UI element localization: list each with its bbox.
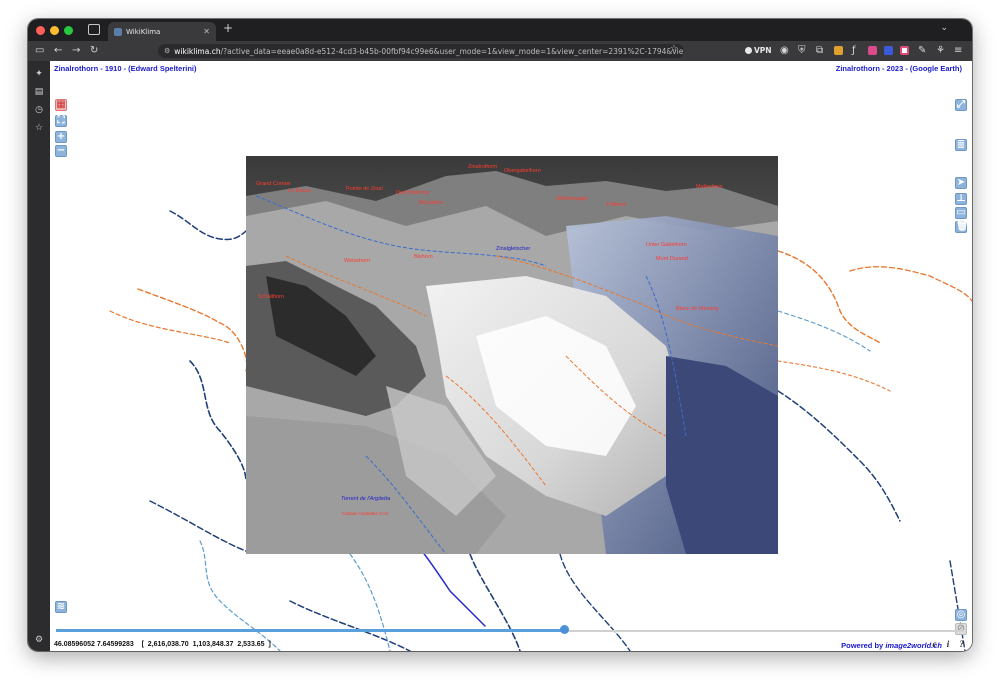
navy-trail-line <box>949 560 966 651</box>
light-trail-line <box>349 553 391 651</box>
draw-tool-button[interactable]: ▭ <box>955 207 967 219</box>
zoom-in-button[interactable]: + <box>55 131 67 143</box>
peak-label: Lo Besso <box>288 188 311 194</box>
forward-arrow-icon[interactable]: → <box>72 44 80 57</box>
minimize-window-button[interactable] <box>50 26 59 35</box>
peak-label: Pointe de Zinal <box>346 186 383 192</box>
navy-trail-line <box>559 553 631 651</box>
peak-label: Weisshorn <box>344 258 370 264</box>
orange-trail-line <box>777 360 891 392</box>
settings-gear-icon[interactable]: ⚙ <box>34 635 44 645</box>
peak-label: Schalihorn <box>258 294 284 300</box>
zoom-out-button[interactable]: − <box>55 145 67 157</box>
extensions-icon[interactable]: ⚘ <box>936 44 945 57</box>
navy-trail-line <box>777 390 901 522</box>
tab-list-chevron-icon[interactable]: ⌄ <box>940 23 948 33</box>
peak-label: Obergabelhorn <box>504 168 541 174</box>
tab-title: WikiKlima <box>126 27 161 36</box>
extension-blue-icon[interactable] <box>884 46 893 55</box>
peak-label: Matterhorn <box>696 184 723 190</box>
sidebar-toggle-icon[interactable]: ▭ <box>35 44 44 57</box>
history-clock-icon[interactable]: ◷ <box>34 105 44 115</box>
vpn-icon <box>745 47 752 54</box>
powered-by-link[interactable]: Powered by image2world.ch <box>841 641 942 650</box>
tab-overview-icon[interactable] <box>88 24 100 35</box>
light-trail-line <box>777 310 871 352</box>
account-icon[interactable]: ◉ <box>780 44 789 57</box>
info-help-icons[interactable]: c i ? <box>933 639 969 649</box>
peak-label: Unter Gabelhorn <box>646 242 687 248</box>
library-icon[interactable]: ▤ <box>34 87 44 97</box>
site-info-icon[interactable]: ⚙ <box>164 47 170 55</box>
navy-trail-line <box>469 553 521 651</box>
navy-trail-line <box>289 600 411 651</box>
route-label: Torrent de l'Argitetta <box>341 496 391 502</box>
url-host: wikiklima.ch <box>174 46 221 56</box>
function-icon[interactable]: ƒ <box>852 44 856 57</box>
zoom-window-button[interactable] <box>64 26 73 35</box>
layer-stack-button[interactable]: ≣ <box>955 139 967 151</box>
navy-trail-line <box>149 500 247 552</box>
route-label: Zinalgletscher <box>496 246 531 252</box>
new-tab-button[interactable]: + <box>223 21 233 35</box>
vpn-button[interactable]: VPN <box>745 46 772 55</box>
peak-label: Grand Cornier <box>256 181 291 187</box>
wikiklima-viewer: Zinalrothorn - 1910 - (Edward Spelterini… <box>50 61 972 651</box>
extension-puzzle-icon[interactable]: ⧉ <box>816 44 823 57</box>
extension-ring-icon[interactable] <box>900 46 909 55</box>
peak-label: Trifthorn <box>606 202 627 208</box>
coordinate-readout: 46.08596052 7.64599283 [ 2,616,038.70 1,… <box>54 641 271 648</box>
light-trail-line <box>199 540 281 651</box>
measure-tool-button[interactable]: ⊥ <box>955 193 967 205</box>
reload-icon[interactable]: ↻ <box>90 44 98 57</box>
orange-trail-line <box>109 310 231 344</box>
peak-label: Stockhorn <box>418 200 443 206</box>
navigation-toolbar: ▭ ← → ↻ ⚙ wikiklima.ch /?active_data=eea… <box>28 41 972 61</box>
fullscreen-button[interactable]: ⤢ <box>955 99 967 111</box>
address-bar[interactable]: ⚙ wikiklima.ch /?active_data=eeae0a8d-e5… <box>158 44 684 58</box>
orange-trail-line <box>137 288 248 372</box>
peak-label: Mont Durand <box>656 256 688 262</box>
route-label: Cabane Arpitettaz CAS <box>342 511 389 516</box>
fit-view-button[interactable]: ⛶ <box>55 115 67 127</box>
locate-button[interactable]: ◎ <box>955 609 967 621</box>
menu-icon[interactable]: ≡ <box>954 44 962 57</box>
pen-icon[interactable]: ✎ <box>918 44 926 57</box>
peak-label: Blanc de Moming <box>676 306 719 312</box>
back-arrow-icon[interactable]: ← <box>54 44 62 57</box>
tab-strip: WikiKlima ✕ + ⌄ <box>28 19 972 41</box>
close-window-button[interactable] <box>36 26 45 35</box>
extension-pink-icon[interactable] <box>868 46 877 55</box>
image-toggle-button[interactable]: ▦ <box>55 99 67 111</box>
browser-side-panel: ✦ ▤ ◷ ☆ ⚙ <box>28 61 50 651</box>
peak-label: Wellenkuppe <box>556 196 588 202</box>
layers-button[interactable]: ≋ <box>55 601 67 613</box>
sparkle-icon[interactable]: ✦ <box>34 69 44 79</box>
url-path: /?active_data=eeae0a8d-e512-4cd3-b45b-00… <box>220 46 684 56</box>
wikiklima-favicon-icon <box>114 27 122 36</box>
powered-prefix: Powered by <box>841 641 886 650</box>
bookmark-star-icon[interactable]: ☆ <box>670 44 678 54</box>
glacier-photo <box>246 156 778 554</box>
shield-icon[interactable]: ⛨ <box>798 44 806 57</box>
trash-icon[interactable]: 🗑 <box>955 221 969 233</box>
navy-trail-line <box>189 360 247 482</box>
vpn-label: VPN <box>754 46 772 55</box>
orange-trail-line <box>849 266 972 302</box>
peak-label: Zinalrothorn <box>468 164 498 170</box>
tab-close-icon[interactable]: ✕ <box>203 27 210 36</box>
extension-orange-icon[interactable] <box>834 46 843 55</box>
bookmarks-star-icon[interactable]: ☆ <box>34 123 44 133</box>
pointer-tool-button[interactable]: ➤ <box>955 177 967 189</box>
orange-trail-line <box>777 250 881 344</box>
navy-trail-line <box>169 210 247 241</box>
peak-label: Dent Blanche <box>396 190 430 196</box>
timeline-slider-fill <box>56 629 565 632</box>
browser-window: WikiKlima ✕ + ⌄ ▭ ← → ↻ ⚙ wikiklima.ch /… <box>28 19 972 651</box>
peak-label: Bishorn <box>414 254 433 260</box>
no-location-icon[interactable]: ⊘ <box>955 623 967 635</box>
tab-wikiklima[interactable]: WikiKlima ✕ <box>108 22 216 41</box>
historical-photo-overlay[interactable]: Grand Cornier Lo Besso Pointe de Zinal D… <box>246 156 778 554</box>
